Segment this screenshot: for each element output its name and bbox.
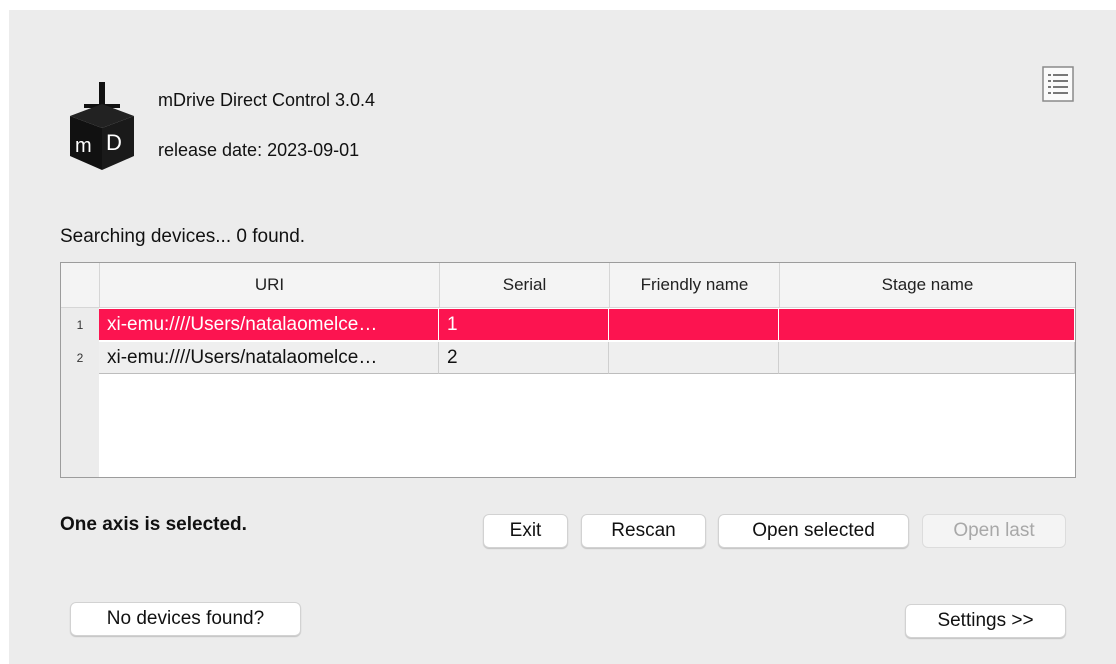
log-list-icon[interactable] xyxy=(1042,66,1074,102)
app-title: mDrive Direct Control 3.0.4 xyxy=(158,90,376,110)
settings-button[interactable]: Settings >> xyxy=(905,604,1066,638)
row-index[interactable]: 2 xyxy=(61,342,99,374)
exit-button[interactable]: Exit xyxy=(483,514,568,548)
column-header-uri[interactable]: URI xyxy=(99,263,439,307)
column-header-serial[interactable]: Serial xyxy=(439,263,609,307)
device-table: URI Serial Friendly name Stage name 1 xi… xyxy=(60,262,1076,478)
cell-stage-name[interactable] xyxy=(779,309,1075,341)
table-header: URI Serial Friendly name Stage name xyxy=(61,263,1075,308)
mdrive-logo-icon: m D xyxy=(70,82,134,170)
logo-m-letter: m xyxy=(75,135,92,157)
open-selected-button[interactable]: Open selected xyxy=(718,514,909,548)
cell-stage-name[interactable] xyxy=(779,342,1075,374)
column-header-stage-name[interactable]: Stage name xyxy=(779,263,1075,307)
cell-serial[interactable]: 1 xyxy=(439,309,609,341)
table-row[interactable]: 1 xi-emu:////Users/natalaomelce… 1 xyxy=(61,309,1075,341)
row-index[interactable]: 1 xyxy=(61,309,99,341)
logo-d-letter: D xyxy=(106,130,122,155)
search-status: Searching devices... 0 found. xyxy=(60,226,306,247)
table-row[interactable]: 2 xi-emu:////Users/natalaomelce… 2 xyxy=(61,342,1075,374)
cell-friendly-name[interactable] xyxy=(609,342,779,374)
cell-serial[interactable]: 2 xyxy=(439,342,609,374)
column-header-friendly-name[interactable]: Friendly name xyxy=(609,263,779,307)
release-date: release date: 2023-09-01 xyxy=(158,140,360,160)
open-last-button[interactable]: Open last xyxy=(922,514,1066,548)
cell-uri[interactable]: xi-emu:////Users/natalaomelce… xyxy=(99,342,439,374)
no-devices-found-button[interactable]: No devices found? xyxy=(70,602,301,636)
cell-friendly-name[interactable] xyxy=(609,309,779,341)
rescan-button[interactable]: Rescan xyxy=(581,514,706,548)
selection-status: One axis is selected. xyxy=(60,514,247,535)
cell-uri[interactable]: xi-emu:////Users/natalaomelce… xyxy=(99,309,439,341)
